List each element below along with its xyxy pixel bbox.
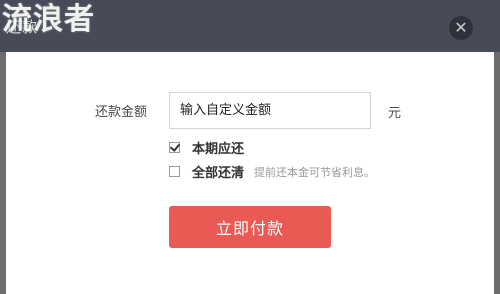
option-hint: 提前还本金可节省利息。	[254, 165, 376, 179]
close-icon: ✕	[454, 18, 468, 37]
option-current-period[interactable]: 本期应还	[169, 138, 244, 157]
modal-header: 还款 流浪者 ✕	[0, 0, 500, 52]
checkbox-pay-all[interactable]	[169, 166, 180, 177]
amount-input[interactable]	[169, 92, 371, 129]
option-pay-all[interactable]: 全部还清 提前还本金可节省利息。	[169, 162, 375, 181]
unit-label: 元	[388, 106, 402, 121]
close-button[interactable]: ✕	[449, 16, 473, 40]
check-icon[interactable]	[169, 142, 180, 153]
amount-label: 还款金额	[95, 105, 148, 120]
screen: 还款 流浪者 ✕ 还款金额 元 本期应还 全部还清 提前还本金可节省利息。 立即…	[0, 0, 500, 294]
modal-body: 还款金额 元 本期应还 全部还清 提前还本金可节省利息。 立即付款	[6, 52, 494, 294]
option-label: 本期应还	[192, 142, 245, 157]
option-label: 全部还清	[192, 166, 245, 181]
pay-now-button[interactable]: 立即付款	[169, 206, 331, 248]
watermark-logo: 流浪者	[2, 2, 95, 37]
